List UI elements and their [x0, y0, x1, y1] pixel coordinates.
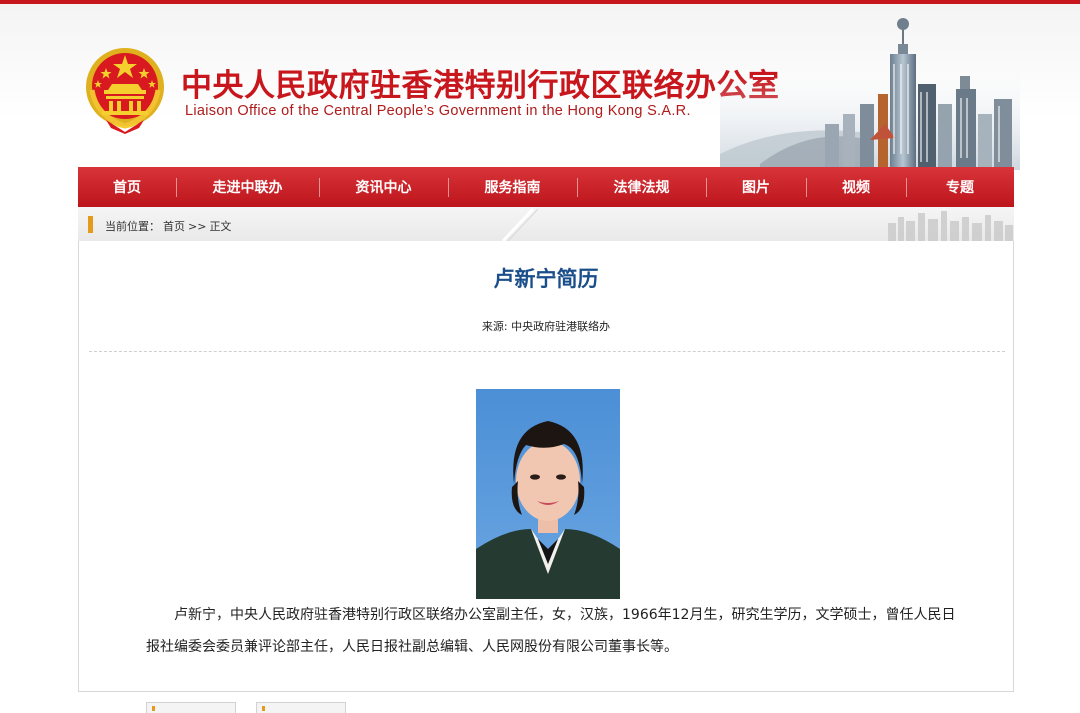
portrait-photo	[476, 389, 620, 599]
nav-item-news[interactable]: 资讯中心	[319, 167, 448, 207]
nav-item-videos[interactable]: 视频	[806, 167, 906, 207]
close-button[interactable]	[256, 702, 346, 713]
breadcrumb-text: 当前位置： 首页 >> 正文	[105, 218, 234, 234]
article-actions	[146, 702, 356, 713]
breadcrumb-decoration	[501, 207, 538, 241]
breadcrumb-marker-icon	[88, 216, 93, 233]
article-source: 来源: 中央政府驻港联络办	[481, 320, 611, 333]
nav-item-about[interactable]: 走进中联办	[176, 167, 319, 207]
nav-item-topics[interactable]: 专题	[906, 167, 1014, 207]
divider	[89, 351, 1005, 352]
article-panel: 卢新宁简历 来源: 中央政府驻港联络办 卢新宁，中央人民政府驻香港特别行政区联络…	[78, 241, 1014, 692]
article-body: 卢新宁，中央人民政府驻香港特别行政区联络办公室副主任，女，汉族，1966年12月…	[146, 607, 956, 655]
print-button[interactable]	[146, 702, 236, 713]
article-title: 卢新宁简历	[493, 267, 599, 291]
nav-item-home[interactable]: 首页	[78, 167, 176, 207]
site-title-en: Liaison Office of the Central People’s G…	[185, 103, 691, 119]
hong-kong-skyline-illustration	[720, 18, 1020, 170]
national-emblem-icon	[86, 48, 164, 134]
nav-item-laws[interactable]: 法律法规	[577, 167, 706, 207]
main-nav: 首页 走进中联办 资讯中心 服务指南 法律法规 图片 视频 专题	[78, 167, 1014, 207]
breadcrumb: 当前位置： 首页 >> 正文	[78, 207, 1014, 242]
site-title-cn: 中央人民政府驻香港特别行政区联络办公室	[181, 68, 780, 104]
breadcrumb-separator: >>	[188, 220, 207, 233]
nav-item-pictures[interactable]: 图片	[706, 167, 806, 207]
nav-item-services[interactable]: 服务指南	[448, 167, 577, 207]
breadcrumb-prefix: 当前位置：	[105, 220, 160, 233]
breadcrumb-skyline-decoration	[888, 211, 1013, 241]
breadcrumb-home-link[interactable]: 首页	[163, 220, 185, 233]
breadcrumb-current: 正文	[209, 220, 232, 233]
